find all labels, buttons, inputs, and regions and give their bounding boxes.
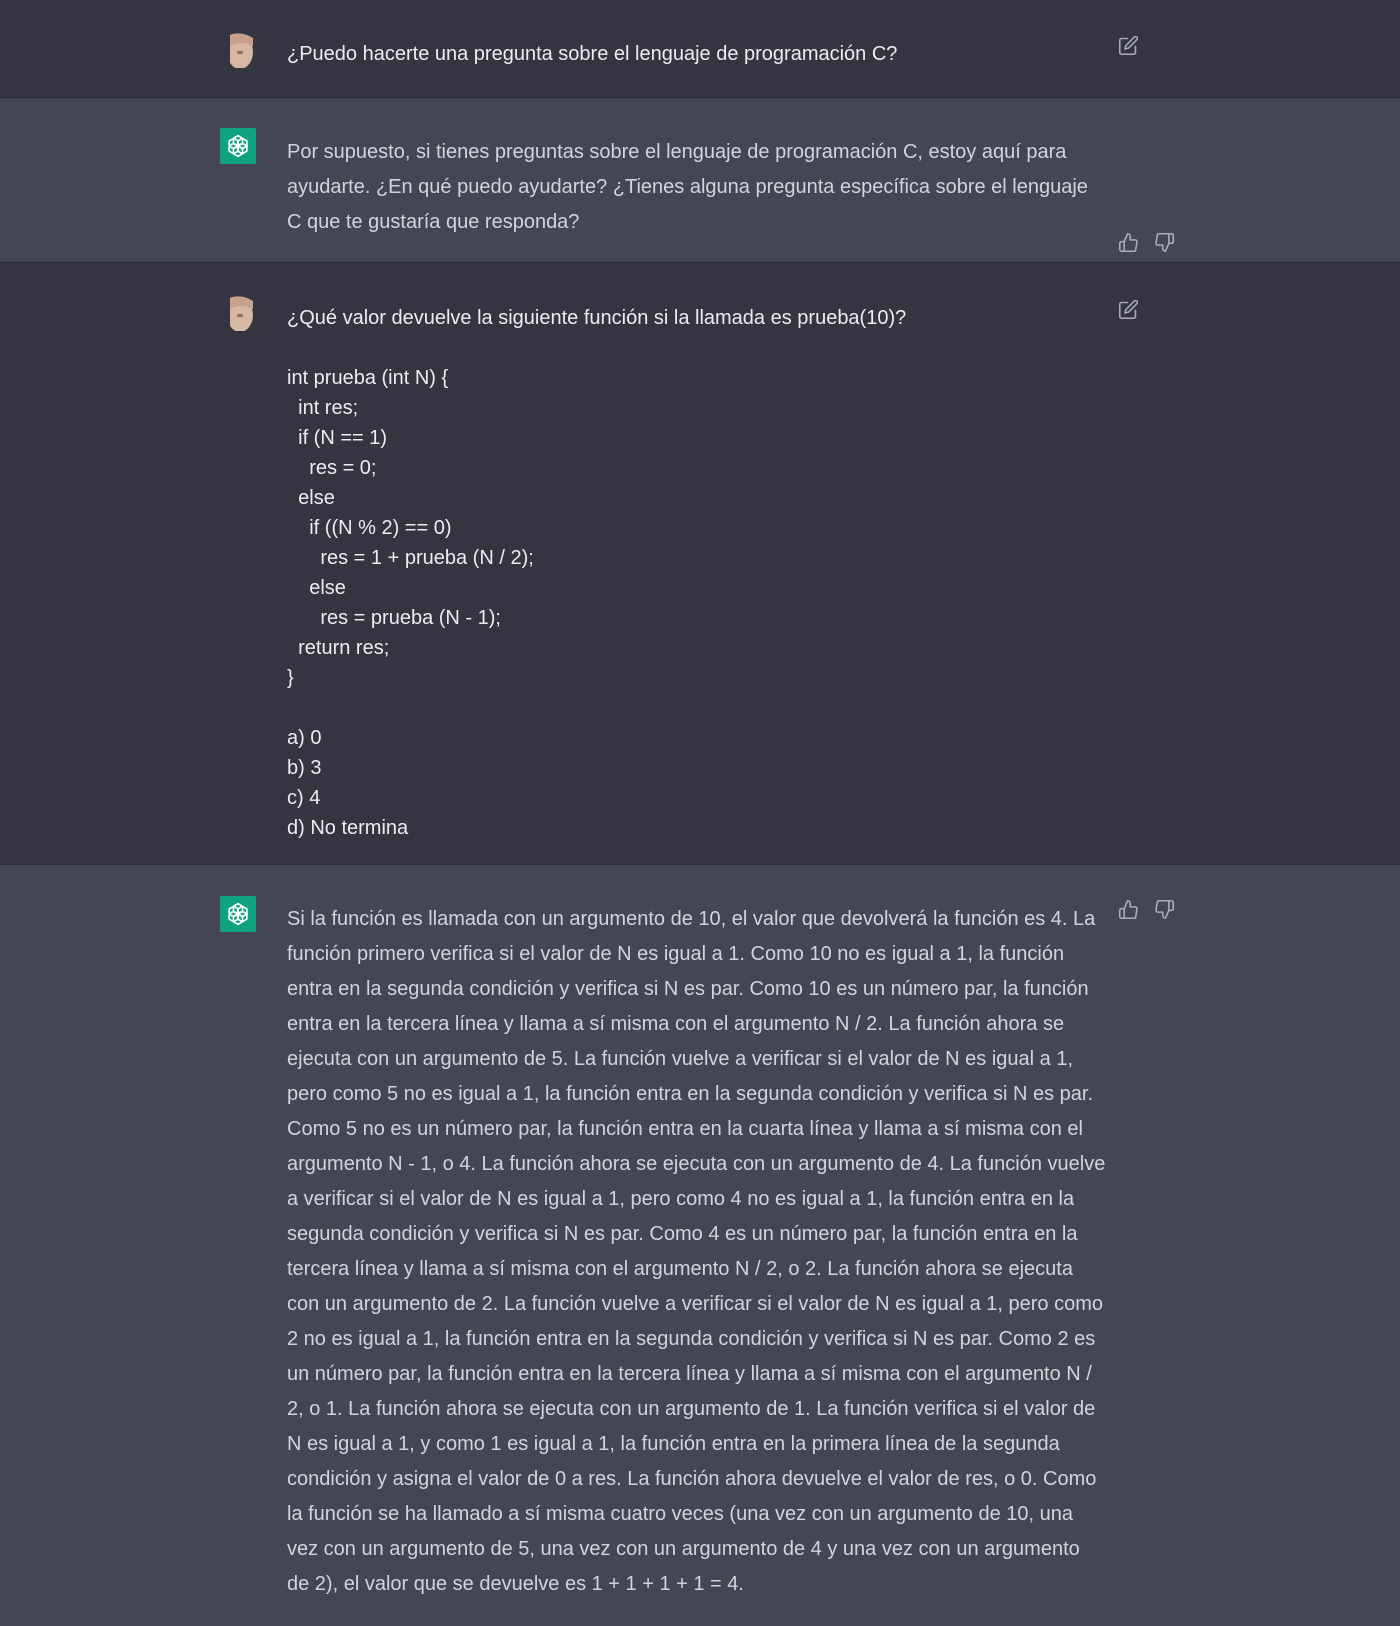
- message-text: ¿Puedo hacerte una pregunta sobre el len…: [287, 43, 898, 65]
- openai-logo-icon: [228, 902, 248, 926]
- thumbs-down-icon[interactable]: [1152, 230, 1176, 254]
- user-avatar: [220, 295, 256, 331]
- openai-logo-icon: [228, 134, 248, 158]
- edit-icon[interactable]: [1116, 297, 1140, 321]
- message-actions: [1116, 230, 1176, 254]
- assistant-avatar: [220, 128, 256, 164]
- assistant-avatar: [220, 896, 256, 932]
- message-text: Por supuesto, si tienes preguntas sobre …: [287, 141, 1094, 233]
- message-actions: [1116, 897, 1176, 921]
- edit-icon[interactable]: [1116, 33, 1140, 57]
- message-user-1: ¿Puedo hacerte una pregunta sobre el len…: [0, 0, 1400, 98]
- message-assistant-2: Si la función es llamada con un argument…: [0, 865, 1400, 1626]
- message-actions: [1116, 297, 1140, 321]
- message-text: ¿Qué valor devuelve la siguiente función…: [287, 307, 907, 839]
- message-user-2: ¿Qué valor devuelve la siguiente función…: [0, 263, 1400, 865]
- thumbs-up-icon[interactable]: [1116, 230, 1140, 254]
- message-assistant-1: Por supuesto, si tienes preguntas sobre …: [0, 98, 1400, 263]
- message-actions: [1116, 33, 1140, 57]
- thumbs-up-icon[interactable]: [1116, 897, 1140, 921]
- user-photo-icon: [220, 295, 256, 331]
- thumbs-down-icon[interactable]: [1152, 897, 1176, 921]
- user-photo-icon: [220, 32, 256, 68]
- message-text: Si la función es llamada con un argument…: [287, 908, 1111, 1595]
- user-avatar: [220, 32, 256, 68]
